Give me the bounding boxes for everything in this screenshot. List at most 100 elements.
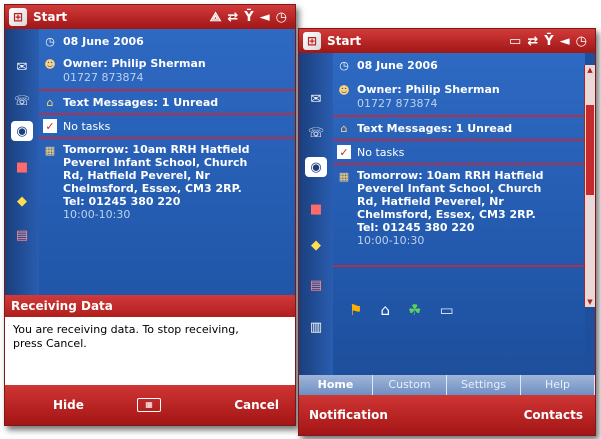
owner-row[interactable]: ☻ Owner: Philip Sherman 01727 873874 (333, 79, 585, 113)
messages-row[interactable]: ⌂ Text Messages: 1 Unread (333, 119, 585, 137)
mail-icon[interactable]: ✉ (305, 89, 327, 109)
divider (333, 265, 585, 267)
tab-strip: Home Custom Settings Help (299, 375, 595, 395)
appointment-phone: Tel: 01245 380 220 (357, 221, 475, 234)
dialog-message-line: press Cancel. (13, 337, 87, 350)
tools-icon[interactable]: ▥ (305, 317, 327, 337)
messages-text: Text Messages: 1 Unread (357, 122, 513, 135)
status-tray: ▭ ⇄ Ȳ ◄ ◷ (509, 34, 587, 49)
envelope-icon: ⌂ (46, 95, 54, 109)
tasks-checkbox-icon: ✓ (43, 119, 57, 133)
tab-help[interactable]: Help (521, 375, 595, 395)
appointment-line: Peverel Infant School, Church (357, 182, 542, 195)
connectivity-icon[interactable]: ⇄ (527, 34, 538, 49)
internet-icon[interactable]: ◉ (11, 121, 33, 141)
scroll-thumb[interactable] (586, 105, 594, 195)
appointment-row[interactable]: ▦ Tomorrow: 10am RRH Hatfield Peverel In… (333, 167, 585, 263)
envelope-icon: ⌂ (340, 121, 348, 135)
clock-icon: ◷ (45, 34, 55, 48)
mail-icon[interactable]: ✉ (11, 57, 33, 77)
volume-icon[interactable]: ◄ (260, 10, 270, 25)
date-row[interactable]: ◷ 08 June 2006 (333, 57, 585, 73)
scroll-up-icon[interactable]: ▲ (585, 65, 595, 75)
beam-icon[interactable]: ⟁ (210, 10, 222, 25)
dialog-message-line: You are receiving data. To stop receivin… (13, 323, 239, 336)
tab-settings[interactable]: Settings (447, 375, 521, 395)
softkey-bar: Hide ▦ Cancel (5, 385, 295, 425)
divider (39, 113, 295, 115)
notes-icon[interactable]: ▭ (439, 301, 453, 319)
owner-row[interactable]: ☻ Owner: Philip Sherman 01727 873874 (39, 53, 295, 87)
keyboard-icon[interactable]: ▦ (137, 398, 161, 412)
title-bar: ⊞ Start ▭ ⇄ Ȳ ◄ ◷ (299, 29, 595, 53)
battery-icon[interactable]: ▭ (509, 34, 521, 49)
softkey-bar: Notification Contacts (299, 395, 595, 435)
calendar-icon[interactable]: ▤ (11, 225, 33, 245)
status-tray: ⟁ ⇄ Ȳ ◄ ◷ (210, 10, 287, 25)
contacts-softkey[interactable]: Contacts (524, 408, 583, 422)
appointment-line: Rd, Hatfield Peverel, Nr (357, 195, 504, 208)
date-text: 08 June 2006 (357, 59, 438, 72)
appointment-phone: Tel: 01245 380 220 (63, 195, 181, 208)
phone-icon[interactable]: ☏ (11, 91, 33, 111)
appointment-line: Chelmsford, Essex, CM3 2RP. (63, 182, 242, 195)
owner-name: Owner: Philip Sherman (357, 83, 500, 96)
calendar-icon: ▦ (338, 169, 350, 183)
messages-text: Text Messages: 1 Unread (63, 96, 219, 109)
internet-icon[interactable]: ◉ (305, 157, 327, 177)
date-row[interactable]: ◷ 08 June 2006 (39, 33, 295, 49)
appointment-line: Rd, Hatfield Peverel, Nr (63, 169, 210, 182)
scroll-down-icon[interactable]: ▼ (585, 297, 595, 307)
camera-icon[interactable]: ■ (11, 157, 33, 177)
clock-icon[interactable]: ◷ (576, 34, 587, 49)
start-label[interactable]: Start (33, 10, 67, 24)
volume-icon[interactable]: ◄ (560, 34, 570, 49)
tasks-text: No tasks (63, 120, 111, 133)
camera-icon[interactable]: ■ (305, 199, 327, 219)
start-label[interactable]: Start (327, 34, 361, 48)
calendar-icon: ▦ (44, 143, 56, 157)
divider (39, 89, 295, 91)
home-icon[interactable]: ⌂ (380, 301, 390, 319)
signal-icon[interactable]: Ȳ (544, 34, 553, 49)
tasks-row[interactable]: ✓ No tasks (39, 117, 295, 135)
owner-icon: ☻ (44, 57, 56, 71)
appointment-line: Peverel Infant School, Church (63, 156, 248, 169)
windows-start-icon[interactable]: ⊞ (9, 8, 27, 26)
phone-icon[interactable]: ☏ (305, 123, 327, 143)
appointment-line: Tomorrow: 10am RRH Hatfield (63, 143, 250, 156)
games-icon[interactable]: ◆ (305, 235, 327, 255)
clock-icon: ◷ (339, 58, 349, 72)
owner-phone: 01727 873874 (63, 71, 144, 84)
windows-flag-icon[interactable]: ⚑ (349, 301, 362, 319)
owner-name: Owner: Philip Sherman (63, 57, 206, 70)
owner-phone: 01727 873874 (357, 97, 438, 110)
program-launcher: ⚑ ⌂ ☘ ▭ (333, 297, 585, 323)
receiving-data-dialog: Receiving Data You are receiving data. T… (5, 295, 295, 385)
signal-icon[interactable]: Ȳ (244, 10, 253, 25)
tab-home[interactable]: Home (299, 375, 373, 395)
appointment-row[interactable]: ▦ Tomorrow: 10am RRH Hatfield Peverel In… (39, 141, 295, 237)
calendar-icon[interactable]: ▤ (305, 275, 327, 295)
messages-row[interactable]: ⌂ Text Messages: 1 Unread (39, 93, 295, 111)
left-device-screen: ⊞ Start ⟁ ⇄ Ȳ ◄ ◷ ✉ ☏ ◉ ■ ◆ ▤ ◷ 08 June … (4, 4, 296, 426)
people-icon[interactable]: ☘ (408, 301, 421, 319)
connectivity-icon[interactable]: ⇄ (227, 10, 238, 25)
appointment-line: Chelmsford, Essex, CM3 2RP. (357, 208, 536, 221)
date-text: 08 June 2006 (63, 35, 144, 48)
cancel-softkey[interactable]: Cancel (234, 398, 279, 412)
hide-softkey[interactable]: Hide (53, 398, 84, 412)
divider (333, 115, 585, 117)
tasks-row[interactable]: ✓ No tasks (333, 143, 585, 161)
windows-start-icon[interactable]: ⊞ (303, 32, 321, 50)
divider (39, 137, 295, 139)
clock-icon[interactable]: ◷ (276, 10, 287, 25)
notification-softkey[interactable]: Notification (309, 408, 388, 422)
games-icon[interactable]: ◆ (11, 191, 33, 211)
tasks-checkbox-icon: ✓ (337, 145, 351, 159)
dialog-title: Receiving Data (5, 295, 295, 317)
today-screen: ◷ 08 June 2006 ☻ Owner: Philip Sherman 0… (333, 53, 585, 375)
tab-custom[interactable]: Custom (373, 375, 447, 395)
appointment-time: 10:00-10:30 (357, 234, 425, 247)
scrollbar[interactable]: ▲ ▼ (584, 65, 595, 307)
